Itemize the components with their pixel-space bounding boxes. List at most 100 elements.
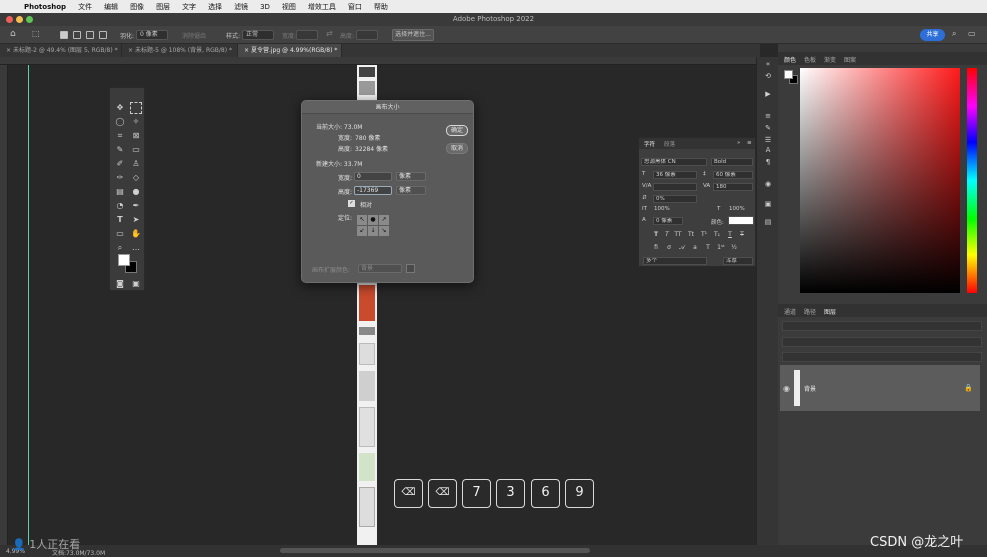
horizontal-scale-value[interactable]: 100% xyxy=(729,206,745,212)
cancel-button[interactable]: 取消 xyxy=(446,143,468,154)
tab-gradients[interactable]: 渐变 xyxy=(824,55,836,64)
antialias-checkbox[interactable]: 消除锯齿 xyxy=(182,31,206,40)
leading-input[interactable]: 60 像素 xyxy=(713,171,753,179)
healing-tool-icon[interactable]: ▭ xyxy=(130,144,142,156)
more-tools-icon[interactable]: … xyxy=(130,242,142,254)
type-tool-icon[interactable]: T xyxy=(114,214,126,226)
menu-edit[interactable]: 编辑 xyxy=(98,2,124,12)
tab-document-2[interactable]: × 未标题-5 @ 108% (背景, RGB/8) * xyxy=(122,44,238,57)
tab-paths[interactable]: 路径 xyxy=(804,307,816,316)
new-selection-icon[interactable] xyxy=(60,31,68,39)
tab-color[interactable]: 颜色 xyxy=(784,55,796,64)
zoom-tool-icon[interactable]: ⌕ xyxy=(114,242,126,254)
subscript-icon[interactable]: T₁ xyxy=(713,231,721,238)
feather-input[interactable]: 0 像素 xyxy=(136,30,168,40)
eraser-tool-icon[interactable]: ◇ xyxy=(130,172,142,184)
crop-tool-icon[interactable]: ⌗ xyxy=(114,130,126,142)
swash-icon[interactable]: 𝒜 xyxy=(678,244,686,252)
underline-icon[interactable]: T xyxy=(726,231,734,238)
anchor-middle-center[interactable]: ↓ xyxy=(368,226,378,236)
menu-layer[interactable]: 图层 xyxy=(150,2,176,12)
lasso-tool-icon[interactable]: ◯ xyxy=(114,116,126,128)
tab-paragraph[interactable]: 段落 xyxy=(664,140,675,148)
brush-settings-icon[interactable]: ✎ xyxy=(763,123,773,133)
layer-filter-bar[interactable] xyxy=(782,321,982,331)
tab-document-1[interactable]: × 未标题-2 @ 49.4% (图层 5, RGB/8) * xyxy=(0,44,122,57)
navigator-panel-icon[interactable]: ◉ xyxy=(763,179,773,189)
font-style-select[interactable]: Bold xyxy=(711,158,753,166)
ruler-vertical[interactable] xyxy=(0,65,8,545)
horizontal-scrollbar[interactable] xyxy=(280,548,590,553)
anchor-middle-left[interactable]: ↙ xyxy=(357,226,367,236)
screen-mode-icon[interactable]: ▣ xyxy=(130,278,142,290)
layer-row[interactable]: ◉ 背景 🔒 xyxy=(780,365,980,411)
menu-filter[interactable]: 滤镜 xyxy=(228,2,254,12)
extension-color-swatch[interactable] xyxy=(406,264,415,273)
baseline-input[interactable]: 0 像素 xyxy=(653,217,683,225)
anchor-top-right[interactable]: ↗ xyxy=(379,215,389,225)
stamp-tool-icon[interactable]: ♙ xyxy=(130,158,142,170)
adjustments-panel-icon[interactable]: ≡ xyxy=(763,111,773,121)
brush-tool-icon[interactable]: ✐ xyxy=(114,158,126,170)
ligature-icon[interactable]: fi xyxy=(652,244,660,251)
eyedropper-tool-icon[interactable]: ✎ xyxy=(114,144,126,156)
paragraph-panel-icon[interactable]: ¶ xyxy=(763,157,773,167)
quick-mask-icon[interactable]: ◙ xyxy=(114,278,126,290)
small-caps-icon[interactable]: Tt xyxy=(687,231,695,238)
height-unit-select[interactable]: 像素 xyxy=(396,186,426,195)
fractions-icon[interactable]: ½ xyxy=(730,244,738,251)
menu-app-name[interactable]: Photoshop xyxy=(18,3,72,11)
proportional-spacing-input[interactable]: 0% xyxy=(653,195,697,203)
panel-menu-icon[interactable]: ≡ xyxy=(747,140,752,146)
menu-plugins[interactable]: 增效工具 xyxy=(302,2,342,12)
tab-character[interactable]: 字符 xyxy=(644,140,655,148)
extension-color-select[interactable]: 背景 xyxy=(358,264,402,273)
search-icon[interactable]: ⌕ xyxy=(952,29,956,39)
tab-channels[interactable]: 通道 xyxy=(784,307,796,316)
history-panel-icon[interactable]: ⟲ xyxy=(763,71,773,81)
path-select-tool-icon[interactable]: ➤ xyxy=(130,214,142,226)
menu-window[interactable]: 窗口 xyxy=(342,2,368,12)
strikethrough-icon[interactable]: T xyxy=(738,231,746,238)
history-brush-tool-icon[interactable]: ✑ xyxy=(114,172,126,184)
menu-view[interactable]: 视图 xyxy=(276,2,302,12)
all-caps-icon[interactable]: TT xyxy=(674,231,682,238)
swap-icon[interactable]: ⇄ xyxy=(326,29,333,38)
kerning-input[interactable] xyxy=(653,183,697,191)
tab-patterns[interactable]: 图案 xyxy=(844,55,856,64)
move-tool-icon[interactable]: ✥ xyxy=(114,102,126,114)
tab-close-icon[interactable]: × xyxy=(128,47,135,54)
font-size-input[interactable]: 36 像素 xyxy=(653,171,697,179)
character-panel-icon[interactable]: A xyxy=(763,145,773,155)
ruler-horizontal[interactable] xyxy=(0,57,760,65)
libraries-panel-icon[interactable]: ▣ xyxy=(763,199,773,209)
vertical-scale-value[interactable]: 100% xyxy=(654,206,670,212)
guide-line[interactable] xyxy=(28,65,29,545)
language-select[interactable]: 多个 xyxy=(643,257,707,265)
pen-tool-icon[interactable]: ✒ xyxy=(130,200,142,212)
marquee-tool-preset-icon[interactable]: ⬚ xyxy=(32,29,40,38)
ok-button[interactable]: 确定 xyxy=(446,125,468,136)
tab-document-3[interactable]: × 夏令营.jpg @ 4.99%(RGB/8) * xyxy=(238,44,342,57)
gradient-tool-icon[interactable]: ▤ xyxy=(114,186,126,198)
dodge-tool-icon[interactable]: ◔ xyxy=(114,200,126,212)
add-selection-icon[interactable] xyxy=(73,31,81,39)
visibility-eye-icon[interactable]: ◉ xyxy=(783,384,790,393)
share-button[interactable]: 共享 xyxy=(920,29,945,41)
collapse-icon[interactable]: » xyxy=(737,140,740,146)
stylistic-alt-icon[interactable]: a xyxy=(691,244,699,251)
menu-select[interactable]: 选择 xyxy=(202,2,228,12)
anchor-top-center[interactable]: ● xyxy=(368,215,378,225)
new-width-input[interactable]: 0 xyxy=(354,172,392,181)
glyphs-panel-icon[interactable]: ▤ xyxy=(763,217,773,227)
subtract-selection-icon[interactable] xyxy=(86,31,94,39)
rectangle-tool-icon[interactable]: ▭ xyxy=(114,228,126,240)
style-select[interactable]: 正常 xyxy=(242,30,274,40)
faux-italic-icon[interactable]: T xyxy=(663,231,671,238)
menu-type[interactable]: 文字 xyxy=(176,2,202,12)
actions-panel-icon[interactable]: ▶ xyxy=(763,89,773,99)
width-input[interactable] xyxy=(296,30,318,40)
magic-wand-tool-icon[interactable]: ✧ xyxy=(130,116,142,128)
text-color-swatch[interactable] xyxy=(728,216,754,225)
collapse-panels-icon[interactable]: « xyxy=(763,59,773,69)
